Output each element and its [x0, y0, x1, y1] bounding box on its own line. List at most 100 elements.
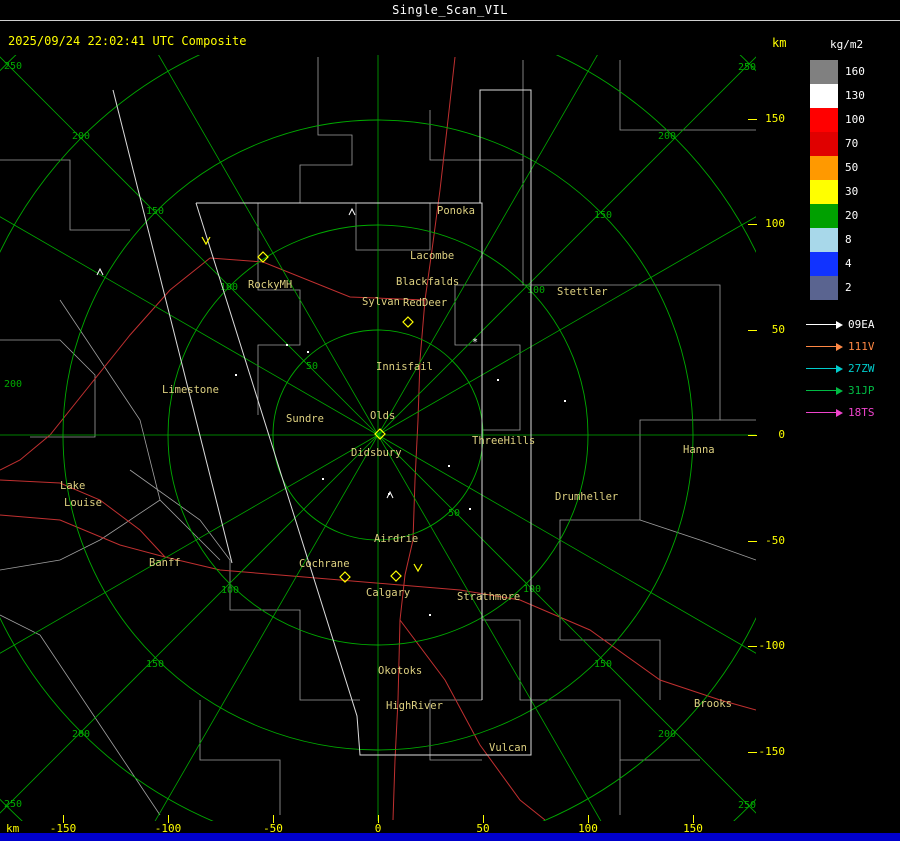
right-axis-label: -100 [758, 639, 786, 652]
legend-color-swatch [810, 180, 838, 204]
ring-distance-label: 50 [448, 508, 460, 519]
city-label: Limestone [162, 384, 219, 396]
ring-distance-label: 200 [4, 379, 22, 390]
city-label: Airdrie [374, 533, 418, 545]
bottom-axis-label: -50 [263, 822, 283, 835]
right-axis-tick [748, 646, 757, 647]
ring-distance-label: 200 [658, 729, 676, 740]
boundary-line [639, 519, 756, 561]
site-arrow-line [806, 412, 836, 413]
right-axis-tick [748, 541, 757, 542]
site-arrow-line [806, 368, 836, 369]
boundary-line [0, 499, 161, 571]
ring-distance-label: 200 [658, 131, 676, 142]
legend-color-value: 20 [845, 209, 859, 222]
legend-color-swatch [810, 84, 838, 108]
range-spoke [154, 434, 379, 821]
site-label: 27ZW [848, 362, 875, 375]
highway-line [0, 257, 211, 471]
range-spoke [0, 56, 379, 436]
city-label: Innisfail [376, 361, 433, 373]
legend-color-swatch [810, 132, 838, 156]
site-arrow-line [806, 346, 836, 347]
map-dot [286, 344, 288, 346]
legend-color-swatch [810, 252, 838, 276]
ring-distance-label: 250 [738, 800, 756, 811]
ring-distance-label: 100 [527, 285, 545, 296]
ring-distance-label: 50 [306, 361, 318, 372]
site-label: 31JP [848, 384, 875, 397]
ring-distance-label: 250 [738, 62, 756, 73]
status-bar [0, 833, 900, 841]
ring-distance-label: 250 [4, 799, 22, 810]
map-asterisk: * [472, 337, 478, 348]
site-arrow-head [836, 321, 843, 329]
legend-color-value: 100 [845, 113, 865, 126]
boundary-line [482, 344, 521, 431]
peak-caret [348, 207, 356, 216]
scan-timestamp: 2025/09/24 22:02:41 UTC Composite [8, 34, 247, 48]
city-label: RedDeer [403, 297, 447, 309]
ring-distance-label: 200 [72, 131, 90, 142]
city-marker-chevron [413, 563, 423, 573]
map-dot [469, 508, 471, 510]
boundary-line [0, 614, 161, 816]
highway-line [399, 619, 546, 821]
radar-map[interactable]: 250 200 150 100 50 100 150 200 250 100 150 200 250 50… [0, 55, 756, 821]
map-dot [564, 400, 566, 402]
legend-color-value: 130 [845, 89, 865, 102]
site-arrow-head [836, 343, 843, 351]
right-axis-tick [748, 435, 757, 436]
city-label: RockyMH [248, 279, 292, 291]
boundary-line [522, 60, 721, 640]
right-axis-tick [748, 330, 757, 331]
right-axis-label: 150 [765, 112, 785, 125]
site-arrow-line [806, 324, 836, 325]
range-spoke [377, 56, 756, 436]
radar-app-window: Single_Scan_VIL 2025/09/24 22:02:41 UTC … [0, 0, 900, 841]
city-label: HighRiver [386, 700, 443, 712]
legend-color-value: 4 [845, 257, 852, 270]
bottom-axis-label: 0 [374, 822, 382, 835]
city-label: Sylvan [362, 296, 400, 308]
city-label: Cochrane [299, 558, 350, 570]
right-axis-tick [748, 224, 757, 225]
legend-color-swatch [810, 276, 838, 300]
ring-distance-label: 150 [146, 206, 164, 217]
boundary-line [299, 57, 353, 203]
map-dot [235, 374, 237, 376]
bottom-axis-label: 100 [578, 822, 598, 835]
site-arrow-head [836, 409, 843, 417]
city-label: Olds [370, 410, 395, 422]
site-label: 18TS [848, 406, 875, 419]
city-label: Okotoks [378, 665, 422, 677]
ring-distance-label: 150 [594, 659, 612, 670]
bottom-axis-label: 150 [683, 822, 703, 835]
bottom-axis-label: -100 [154, 822, 182, 835]
city-label: Drumheller [555, 491, 618, 503]
city-marker-diamond [402, 316, 414, 328]
right-axis-label: -50 [765, 534, 785, 547]
ring-distance-label: 200 [72, 729, 90, 740]
city-label: Strathmore [457, 591, 520, 603]
legend-color-swatch [810, 204, 838, 228]
right-axis-label: 100 [765, 217, 785, 230]
site-arrow-line [806, 390, 836, 391]
site-label: 111V [848, 340, 875, 353]
ring-distance-label: 150 [594, 210, 612, 221]
boundary-line [454, 284, 523, 346]
right-axis-unit: km [772, 36, 787, 50]
ring-distance-label: 100 [221, 585, 239, 596]
map-dot [448, 465, 450, 467]
city-label: Louise [64, 497, 102, 509]
boundary-line [299, 660, 360, 701]
city-label: ThreeHills [472, 435, 535, 447]
bottom-axis-label: 50 [476, 822, 490, 835]
ring-distance-label: 150 [146, 659, 164, 670]
coverage-outline [112, 89, 233, 564]
city-label: Brooks [694, 698, 732, 710]
city-label: Didsbury [351, 447, 402, 459]
boundary-line [0, 159, 130, 231]
legend-color-value: 8 [845, 233, 852, 246]
city-label: Calgary [366, 587, 410, 599]
